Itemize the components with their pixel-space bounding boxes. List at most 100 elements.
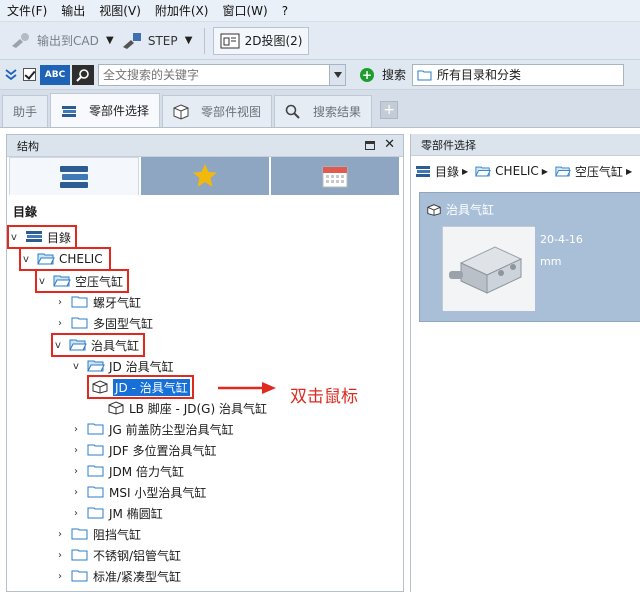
subtab-favorites[interactable] [141,157,269,195]
search-toolbar: ABC + 搜索 所有目录和分类 [0,60,640,90]
chevron-right-icon[interactable]: › [55,318,65,329]
step-button[interactable]: STEP [117,27,182,55]
add-tab-button[interactable]: + [380,101,399,119]
tree-node-label: 治具气缸 [91,338,140,353]
menu-view[interactable]: 视图(V) [92,2,148,19]
part-card[interactable]: 治具气缸 20-4-16 mm [419,192,640,322]
tree-node-jd-part-selected[interactable]: JD - 治具气缸 [87,375,194,399]
tree-node-jdf-series[interactable]: › JDF 多位置治具气缸 [71,440,217,460]
folder-icon [71,317,88,329]
fulltext-search-input[interactable] [98,63,330,86]
tree-node-jdm-series[interactable]: › JDM 倍力气缸 [71,461,184,481]
tree-node-label: CHELIC [59,252,103,266]
folder-icon [417,70,432,80]
chevron-right-icon[interactable]: › [71,424,81,435]
breadcrumb-label: 目錄 [435,164,460,179]
tree-node-msi-series[interactable]: › MSI 小型治具气缸 [71,482,206,502]
chevron-right-icon[interactable]: › [55,529,65,540]
annotation-arrow-icon [218,382,276,394]
tree-node-pneumatic[interactable]: v 空压气缸 [34,269,130,293]
part-preview-image[interactable] [442,226,535,311]
folder-icon [87,423,104,435]
chevron-down-icon[interactable]: v [9,232,19,243]
export-cad-label: 输出到CAD [37,34,99,48]
breadcrumb-item-chelic[interactable]: CHELIC ▶ [475,164,551,178]
breadcrumb-item-pneumatic[interactable]: 空压气缸 ▶ [555,163,635,180]
chevron-right-icon[interactable]: › [55,550,65,561]
tree-node-jm-series[interactable]: › JM 椭圆缸 [71,503,163,523]
chevron-down-icon[interactable]: v [53,340,63,351]
tree-node-jd-series[interactable]: v JD 治具气缸 [71,356,174,376]
toolbar-divider [203,27,205,54]
tree-node-stopper-cylinder[interactable]: › 阻挡气缸 [55,524,141,544]
tree-node-jig-cylinder[interactable]: v 治具气缸 [50,333,146,357]
restore-panel-button[interactable] [365,141,375,150]
tree-node-chelic[interactable]: v CHELIC [19,247,111,271]
search-scope-select[interactable]: 所有目录和分类 [412,63,625,86]
tree-node-label: 螺牙气缸 [93,295,142,310]
cube-icon [108,401,124,415]
abc-button[interactable]: ABC [40,64,70,85]
search-history-dropdown[interactable] [330,63,346,86]
tree-node-label: 目錄 [47,230,72,245]
tree-node-stainless-cylinder[interactable]: › 不锈钢/铝管气缸 [55,545,181,565]
folder-icon [87,507,104,519]
step-dropdown-icon[interactable]: ▼ [182,35,196,46]
menu-addons[interactable]: 附加件(X) [148,2,216,19]
chevron-right-icon[interactable]: › [71,445,81,456]
breadcrumb-arrow-icon: ▶ [541,166,548,176]
export-cad-button[interactable]: 输出到CAD [6,27,103,55]
tree-node-jg-series[interactable]: › JG 前盖防尘型治具气缸 [71,419,234,439]
tree-node-label: 标准/紧凑型气缸 [93,569,182,584]
tab-search-results[interactable]: 搜索结果 [274,95,373,127]
cylinder-preview-icon [443,227,535,311]
view-2d-button[interactable]: 2D投图(2) [212,26,310,55]
tab-search-results-label: 搜索结果 [313,105,362,119]
tab-part-selection[interactable]: 零部件选择 [50,93,161,127]
chevron-right-icon[interactable]: › [71,487,81,498]
folder-open-icon [87,360,105,372]
structure-view-tabs [9,157,401,195]
folder-open-icon [53,275,71,287]
tree-node-compact-cylinder[interactable]: › 标准/紧凑型气缸 [55,566,181,586]
menu-help[interactable]: ? [275,4,295,18]
chevron-down-icon[interactable]: v [21,254,31,265]
subtab-catalog[interactable] [9,157,139,195]
tab-part-view[interactable]: 零部件视图 [162,95,273,127]
add-search-icon[interactable]: + [360,67,374,82]
tree-node-label-selected: JD - 治具气缸 [113,378,190,396]
part-card-unit: mm [540,255,562,268]
subtab-history[interactable] [271,157,399,195]
chevron-right-icon[interactable]: › [71,466,81,477]
folder-open-icon [555,166,571,176]
double-chevron-down-icon[interactable] [4,68,18,82]
menu-file[interactable]: 文件(F) [0,2,54,19]
breadcrumb-arrow-icon: ▶ [625,166,633,176]
search-scope-value: 所有目录和分类 [437,68,522,82]
search-icon [285,104,300,119]
tree-node-root[interactable]: v 目錄 [7,225,78,249]
magnifier-button[interactable] [72,64,94,85]
tree-node-label: JM 椭圆缸 [109,506,163,521]
tree-node-thread-cylinder[interactable]: › 螺牙气缸 [55,292,141,312]
export-cad-dropdown-icon[interactable]: ▼ [103,35,117,46]
structure-panel-title: 结构 [17,139,39,153]
tab-assistant[interactable]: 助手 [2,95,49,127]
fulltext-checkbox[interactable] [23,68,36,81]
folder-icon [71,570,88,582]
folder-open-icon [69,339,87,351]
chevron-right-icon[interactable]: › [71,508,81,519]
chevron-right-icon[interactable]: › [55,571,65,582]
menu-window[interactable]: 窗口(W) [215,2,274,19]
tree-node-multi-mount[interactable]: › 多固型气缸 [55,313,153,333]
calendar-icon [322,166,348,188]
chevron-down-icon[interactable]: v [37,276,47,287]
star-icon [193,164,217,187]
menu-output[interactable]: 输出 [54,2,92,19]
close-panel-button[interactable]: ✕ [384,137,395,152]
chevron-down-icon[interactable]: v [71,361,81,372]
tree-node-lb-foot-mount[interactable]: LB 脚座 - JD(G) 治具气缸 [107,398,267,418]
breadcrumb-item-root[interactable]: 目錄 ▶ [415,163,471,180]
part-card-meta: 20-4-16 mm [540,229,583,273]
chevron-right-icon[interactable]: › [55,297,65,308]
